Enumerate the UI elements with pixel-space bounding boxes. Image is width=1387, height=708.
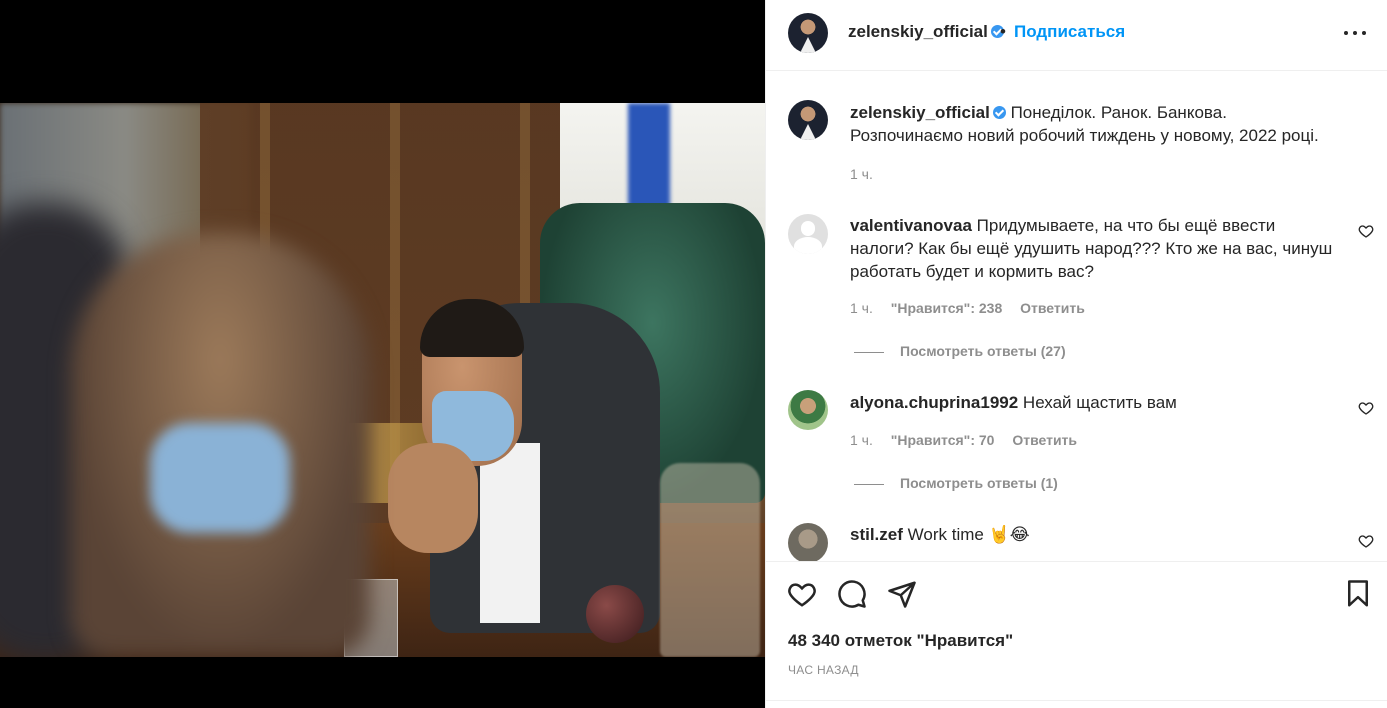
post-media [0, 0, 765, 708]
comment-avatar[interactable] [788, 390, 828, 430]
post-time[interactable]: ЧАС НАЗАД [788, 663, 859, 677]
comment-icon[interactable] [837, 579, 867, 609]
caption-time[interactable]: 1 ч. [850, 166, 873, 182]
bookmark-icon[interactable] [1343, 579, 1373, 609]
comment-avatar[interactable] [788, 523, 828, 561]
comment-meta: 1 ч. "Нравится": 238 Ответить [850, 300, 1099, 316]
post-side-panel: zelenskiy_official • Подписаться zelensk… [765, 0, 1387, 708]
caption-username[interactable]: zelenskiy_official [850, 103, 990, 122]
comment-avatar[interactable] [788, 214, 828, 254]
comment-likes[interactable]: "Нравится": 70 [891, 432, 995, 448]
comment-likes[interactable]: "Нравится": 238 [891, 300, 1002, 316]
photo-sphere [586, 585, 644, 643]
comment-body: alyona.chuprina1992 Нехай щастить вам [850, 391, 1350, 414]
comment-body: stil.zef Work time 🤘😂 [850, 523, 1350, 546]
view-replies-button[interactable]: Посмотреть ответы (1) [854, 475, 1058, 491]
heart-icon[interactable] [1358, 533, 1374, 549]
header-separator: • [1000, 22, 1006, 41]
comment-text-line1: Придумываете, на что бы ещё ввести [976, 216, 1276, 235]
verified-badge-icon [992, 106, 1006, 119]
photo-shirt [480, 443, 540, 623]
view-replies-button[interactable]: Посмотреть ответы (27) [854, 343, 1066, 359]
caption-meta: 1 ч. [850, 166, 887, 182]
comment-username[interactable]: valentivanovaa [850, 216, 972, 235]
follow-button[interactable]: Подписаться [1014, 22, 1125, 42]
heart-icon[interactable] [1358, 400, 1374, 416]
comments-list[interactable]: zelenskiy_official Понеділок. Ранок. Бан… [766, 71, 1387, 561]
comment-text-line3: работать будет и кормить вас? [850, 262, 1094, 281]
comment-username[interactable]: stil.zef [850, 525, 903, 544]
comment-text-line2: налоги? Как бы ещё удушить народ??? Кто … [850, 239, 1333, 258]
likes-count[interactable]: 48 340 отметок "Нравится" [788, 631, 1013, 651]
photo-hand [388, 443, 478, 553]
post-actions [766, 561, 1387, 623]
caption-text-line1: Понеділок. Ранок. Банкова. [1010, 103, 1227, 122]
caption-avatar[interactable] [788, 100, 828, 140]
comment-body: valentivanovaa Придумываете, на что бы е… [850, 214, 1350, 283]
heart-icon[interactable] [1358, 223, 1374, 239]
photo-blur-mask [150, 423, 290, 533]
post-photo[interactable] [0, 103, 765, 657]
comment-text: Work time 🤘😂 [907, 525, 1030, 544]
divider [766, 700, 1387, 701]
caption-text-line2: Розпочинаємо новий робочий тиждень у нов… [850, 126, 1319, 145]
reply-button[interactable]: Ответить [1012, 432, 1077, 448]
author-username-row[interactable]: zelenskiy_official [848, 22, 1004, 42]
paper-plane-icon[interactable] [887, 579, 917, 609]
heart-icon[interactable] [787, 579, 817, 609]
comment-time[interactable]: 1 ч. [850, 432, 873, 448]
reply-button[interactable]: Ответить [1020, 300, 1085, 316]
author-avatar[interactable] [788, 13, 828, 53]
comment-username[interactable]: alyona.chuprina1992 [850, 393, 1018, 412]
comment-meta: 1 ч. "Нравится": 70 Ответить [850, 432, 1091, 448]
comment-text: Нехай щастить вам [1022, 393, 1177, 412]
more-dots-icon[interactable] [1343, 20, 1369, 44]
photo-decanter [660, 463, 760, 657]
post-header: zelenskiy_official • Подписаться [766, 0, 1387, 71]
caption: zelenskiy_official Понеділок. Ранок. Бан… [850, 101, 1370, 147]
author-username[interactable]: zelenskiy_official [848, 22, 988, 41]
comment-time[interactable]: 1 ч. [850, 300, 873, 316]
